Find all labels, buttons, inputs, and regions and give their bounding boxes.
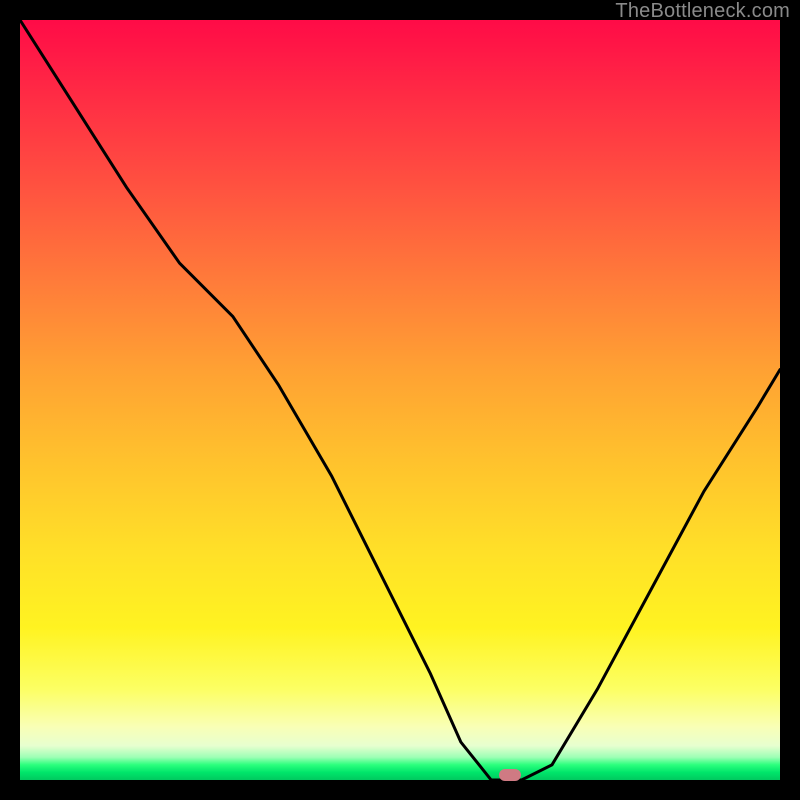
chart-frame: TheBottleneck.com xyxy=(0,0,800,800)
plot-area xyxy=(20,20,780,780)
optimal-marker xyxy=(499,769,521,781)
bottleneck-curve xyxy=(20,20,780,780)
curve-path xyxy=(20,20,780,780)
